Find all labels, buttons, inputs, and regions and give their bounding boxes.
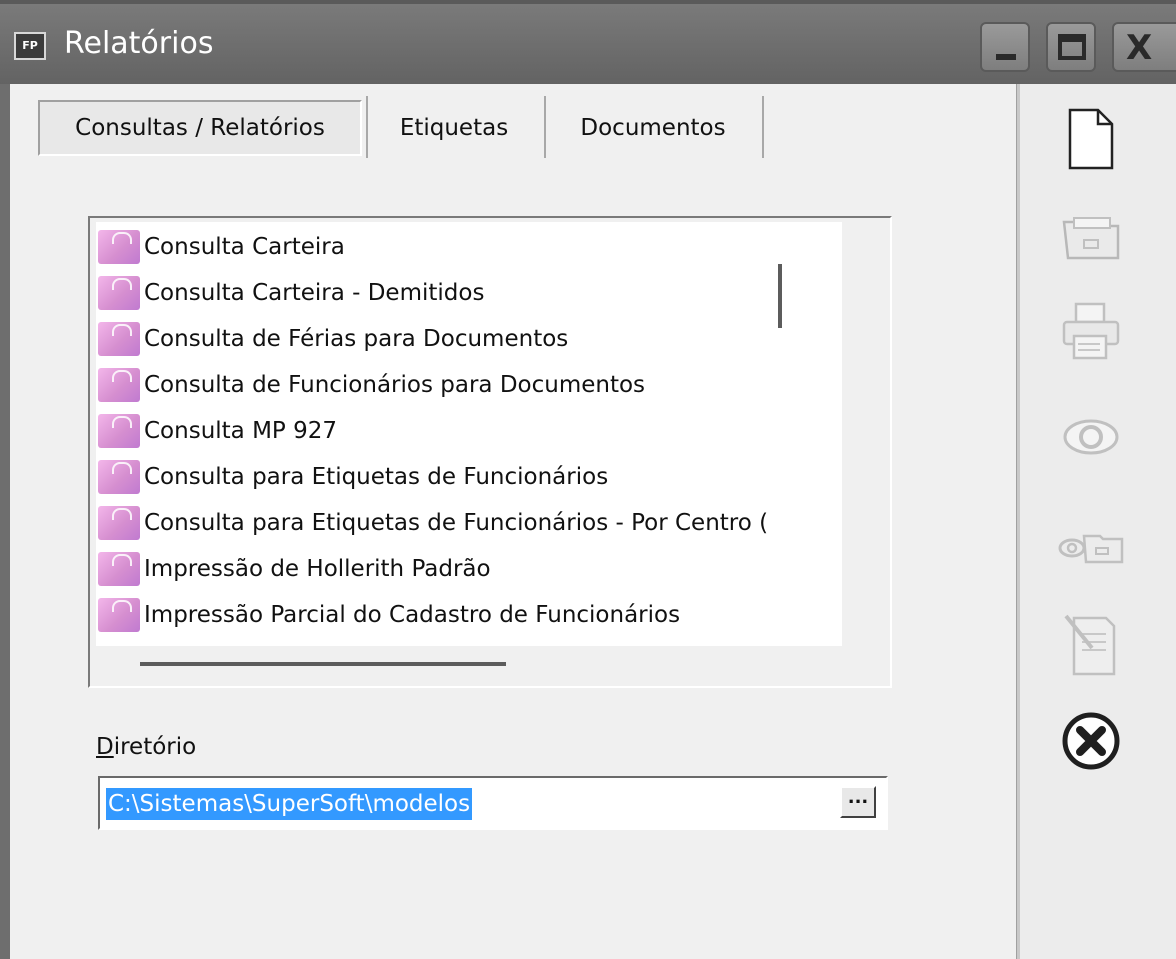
report-list-item[interactable]: Consulta para Etiquetas de Funcionários (96, 454, 842, 500)
report-icon (98, 506, 140, 540)
report-list-item-label: Consulta de Funcionários para Documentos (144, 372, 646, 398)
directory-value: C:\Sistemas\SuperSoft\modelos (106, 788, 473, 820)
tab-documentos[interactable]: Documentos (556, 100, 750, 156)
horizontal-scrollbar-thumb[interactable] (140, 662, 506, 666)
report-icon (98, 322, 140, 356)
title-bar[interactable]: FP Relatórios X (0, 0, 1176, 84)
report-list-item[interactable]: Impressão Parcial do Cadastro de Funcion… (96, 592, 842, 638)
directory-input[interactable]: C:\Sistemas\SuperSoft\modelos ... (98, 776, 888, 830)
report-list-item[interactable]: Consulta para Etiquetas de Funcionários … (96, 500, 842, 546)
directory-label: Diretório (96, 734, 197, 760)
preview-icon[interactable] (1056, 402, 1126, 472)
report-list-item-label: Impressão Parcial do Cadastro de Funcion… (144, 602, 681, 628)
minimize-button[interactable] (980, 22, 1030, 72)
report-list-item-label: Consulta MP 927 (144, 418, 338, 444)
new-document-icon[interactable] (1056, 104, 1126, 174)
tab-separator (366, 96, 368, 158)
report-list-item[interactable]: Consulta de Férias para Documentos (96, 316, 842, 362)
maximize-button[interactable] (1046, 22, 1096, 72)
browse-button[interactable]: ... (840, 786, 876, 818)
report-icon (98, 598, 140, 632)
close-circle-icon[interactable] (1056, 706, 1126, 776)
tab-etiquetas[interactable]: Etiquetas (378, 100, 530, 156)
report-list-item[interactable]: Impressão de Hollerith Padrão (96, 546, 842, 592)
preview-folder-icon[interactable] (1056, 508, 1126, 578)
report-list-item-label: Consulta para Etiquetas de Funcionários (144, 464, 609, 490)
report-list-item[interactable]: Consulta de Funcionários para Documentos (96, 362, 842, 408)
report-icon (98, 460, 140, 494)
edit-document-icon[interactable] (1056, 608, 1126, 678)
tab-separator (762, 96, 764, 158)
maximize-icon (1058, 34, 1086, 60)
app-icon: FP (14, 32, 46, 60)
report-icon (98, 276, 140, 310)
report-list-item-label: Consulta para Etiquetas de Funcionários … (144, 510, 769, 536)
report-icon (98, 368, 140, 402)
print-icon[interactable] (1056, 296, 1126, 366)
report-list-item-label: Impressão de Hollerith Padrão (144, 556, 491, 582)
report-icon (98, 552, 140, 586)
report-list-item[interactable]: Consulta Carteira (96, 224, 842, 270)
window-frame-left (0, 84, 10, 959)
report-list-item-label: Consulta Carteira - Demitidos (144, 280, 485, 306)
window-title: Relatórios (64, 26, 214, 61)
tab-separator (544, 96, 546, 158)
vertical-scrollbar-thumb[interactable] (778, 264, 782, 328)
open-folder-icon[interactable] (1056, 200, 1126, 270)
close-window-button[interactable]: X (1112, 22, 1176, 72)
minimize-icon (996, 54, 1016, 60)
report-list-item[interactable]: Consulta MP 927 (96, 408, 842, 454)
report-list-item-label: Consulta de Férias para Documentos (144, 326, 569, 352)
close-icon: X (1126, 28, 1153, 68)
report-list-item[interactable]: Consulta Carteira - Demitidos (96, 270, 842, 316)
report-list[interactable]: Consulta Carteira Consulta Carteira - Dem… (88, 216, 892, 688)
report-icon (98, 414, 140, 448)
report-list-item-label: Consulta Carteira (144, 234, 345, 260)
report-list-viewport: Consulta Carteira Consulta Carteira - Dem… (96, 222, 842, 646)
report-icon (98, 230, 140, 264)
tab-consultas-relatorios[interactable]: Consultas / Relatórios (38, 100, 362, 156)
